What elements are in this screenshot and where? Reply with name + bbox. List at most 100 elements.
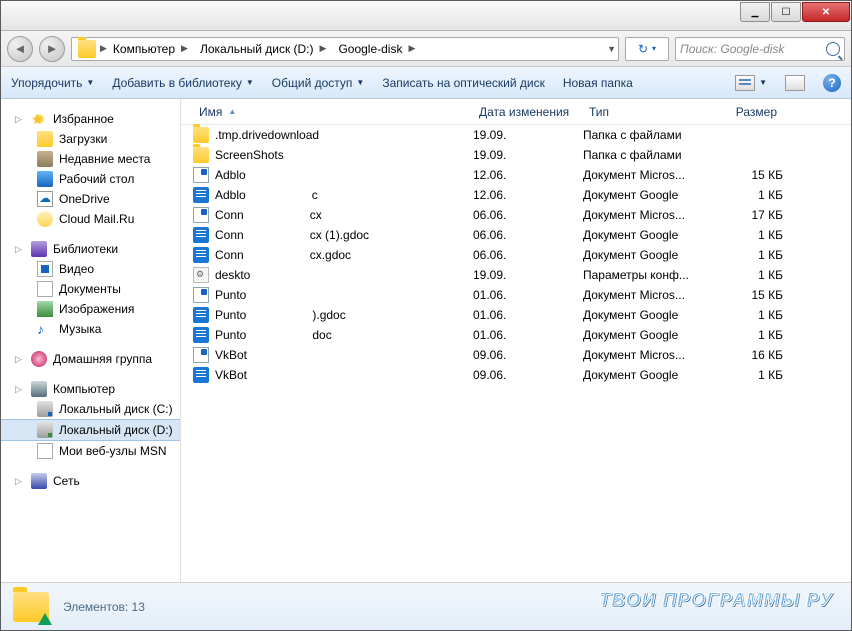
column-headers: Имя▲ Дата изменения Тип Размер bbox=[181, 99, 851, 125]
file-date: 01.06. bbox=[473, 328, 583, 342]
downloads-icon bbox=[37, 131, 53, 147]
breadcrumb-segment[interactable]: Локальный диск (D:)▶ bbox=[194, 42, 332, 56]
column-header-name[interactable]: Имя▲ bbox=[193, 105, 473, 119]
file-row[interactable]: Conncx (1).gdoc06.06.Документ Google1 КБ bbox=[181, 225, 851, 245]
file-type-icon bbox=[193, 347, 209, 363]
file-name: Punto bbox=[215, 308, 246, 322]
chevron-down-icon[interactable]: ▼ bbox=[607, 44, 616, 54]
maximize-button[interactable] bbox=[771, 2, 801, 22]
sidebar-item-pictures[interactable]: Изображения bbox=[1, 299, 180, 319]
main-area: ▷Избранное Загрузки Недавние места Рабоч… bbox=[1, 99, 851, 582]
file-size: 1 КБ bbox=[713, 368, 783, 382]
sidebar-computer[interactable]: ▷Компьютер bbox=[1, 379, 180, 399]
sidebar-favorites[interactable]: ▷Избранное bbox=[1, 109, 180, 129]
file-name: Punto bbox=[215, 328, 246, 342]
sidebar-item-video[interactable]: Видео bbox=[1, 259, 180, 279]
file-row[interactable]: VkBot09.06.Документ Google1 КБ bbox=[181, 365, 851, 385]
chevron-right-icon[interactable]: ▶ bbox=[100, 43, 107, 54]
sidebar-libraries[interactable]: ▷Библиотеки bbox=[1, 239, 180, 259]
file-size: 1 КБ bbox=[713, 268, 783, 282]
sidebar-item-downloads[interactable]: Загрузки bbox=[1, 129, 180, 149]
file-type: Документ Google bbox=[583, 308, 713, 322]
sidebar-item-recent[interactable]: Недавние места bbox=[1, 149, 180, 169]
help-button[interactable]: ? bbox=[823, 74, 841, 92]
sidebar-item-onedrive[interactable]: OneDrive bbox=[1, 189, 180, 209]
file-type-icon bbox=[193, 327, 209, 343]
views-icon bbox=[735, 75, 755, 91]
file-type-icon bbox=[193, 127, 209, 143]
file-type: Документ Google bbox=[583, 368, 713, 382]
file-date: 06.06. bbox=[473, 228, 583, 242]
explorer-window: ◄ ► ▶ Компьютер▶ Локальный диск (D:)▶ Go… bbox=[0, 0, 852, 631]
view-options-button[interactable]: ▼ bbox=[735, 75, 767, 91]
file-date: 09.06. bbox=[473, 348, 583, 362]
file-name: VkBot bbox=[215, 368, 247, 382]
sidebar-item-msn[interactable]: Мои веб-узлы MSN bbox=[1, 441, 180, 461]
file-size: 16 КБ bbox=[713, 348, 783, 362]
file-row[interactable]: Adblo12.06.Документ Micros...15 КБ bbox=[181, 165, 851, 185]
column-header-type[interactable]: Тип bbox=[583, 105, 713, 119]
sidebar-item-drive-d[interactable]: Локальный диск (D:) bbox=[1, 419, 180, 441]
sidebar-item-cloudmail[interactable]: Cloud Mail.Ru bbox=[1, 209, 180, 229]
burn-button[interactable]: Записать на оптический диск bbox=[382, 76, 545, 90]
sidebar-item-drive-c[interactable]: Локальный диск (C:) bbox=[1, 399, 180, 419]
preview-pane-button[interactable] bbox=[785, 75, 805, 91]
breadcrumb-segment[interactable]: Google-disk▶ bbox=[332, 42, 421, 56]
file-row[interactable]: Adbloc12.06.Документ Google1 КБ bbox=[181, 185, 851, 205]
sidebar-item-music[interactable]: Музыка bbox=[1, 319, 180, 339]
sidebar-item-desktop[interactable]: Рабочий стол bbox=[1, 169, 180, 189]
pictures-icon bbox=[37, 301, 53, 317]
file-name: Adblo bbox=[215, 168, 246, 182]
file-row[interactable]: Punto).gdoc01.06.Документ Google1 КБ bbox=[181, 305, 851, 325]
breadcrumb[interactable]: ▶ Компьютер▶ Локальный диск (D:)▶ Google… bbox=[71, 37, 619, 61]
organize-menu[interactable]: Упорядочить▼ bbox=[11, 76, 94, 90]
file-type-icon bbox=[193, 147, 209, 163]
file-row[interactable]: ScreenShots19.09.Папка с файлами bbox=[181, 145, 851, 165]
toolbar: Упорядочить▼ Добавить в библиотеку▼ Общи… bbox=[1, 67, 851, 99]
file-name: deskto bbox=[215, 268, 250, 282]
gdrive-badge-icon bbox=[38, 613, 52, 625]
file-type-icon bbox=[193, 187, 209, 203]
column-header-date[interactable]: Дата изменения bbox=[473, 105, 583, 119]
onedrive-icon bbox=[37, 191, 53, 207]
minimize-button[interactable] bbox=[740, 2, 770, 22]
file-size: 1 КБ bbox=[713, 228, 783, 242]
sidebar-item-documents[interactable]: Документы bbox=[1, 279, 180, 299]
search-placeholder: Поиск: Google-disk bbox=[680, 42, 784, 56]
video-icon bbox=[37, 261, 53, 277]
file-row[interactable]: .tmp.drivedownload19.09.Папка с файлами bbox=[181, 125, 851, 145]
refresh-button[interactable]: ↻ ▾ bbox=[625, 37, 669, 61]
file-type-icon bbox=[193, 267, 209, 283]
file-row[interactable]: VkBot09.06.Документ Micros...16 КБ bbox=[181, 345, 851, 365]
search-input[interactable]: Поиск: Google-disk bbox=[675, 37, 845, 61]
forward-button[interactable]: ► bbox=[39, 36, 65, 62]
file-name: Conn bbox=[215, 248, 244, 262]
page-icon bbox=[37, 443, 53, 459]
file-row[interactable]: Conncx06.06.Документ Micros...17 КБ bbox=[181, 205, 851, 225]
file-name-suffix: cx.gdoc bbox=[310, 248, 351, 262]
new-folder-button[interactable]: Новая папка bbox=[563, 76, 633, 90]
libraries-icon bbox=[31, 241, 47, 257]
file-name: .tmp.drivedownload bbox=[215, 128, 319, 142]
close-button[interactable] bbox=[802, 2, 850, 22]
column-header-size[interactable]: Размер bbox=[713, 105, 783, 119]
file-name-suffix: doc bbox=[312, 328, 331, 342]
file-date: 01.06. bbox=[473, 288, 583, 302]
file-name: Adblo bbox=[215, 188, 246, 202]
file-row[interactable]: Conncx.gdoc06.06.Документ Google1 КБ bbox=[181, 245, 851, 265]
back-button[interactable]: ◄ bbox=[7, 36, 33, 62]
file-type: Документ Micros... bbox=[583, 288, 713, 302]
file-row[interactable]: deskto19.09.Параметры конф...1 КБ bbox=[181, 265, 851, 285]
sidebar-homegroup[interactable]: ▷Домашняя группа bbox=[1, 349, 180, 369]
file-row[interactable]: Punto01.06.Документ Micros...15 КБ bbox=[181, 285, 851, 305]
file-type: Документ Micros... bbox=[583, 348, 713, 362]
titlebar bbox=[1, 1, 851, 31]
file-size: 15 КБ bbox=[713, 168, 783, 182]
sidebar-network[interactable]: ▷Сеть bbox=[1, 471, 180, 491]
share-menu[interactable]: Общий доступ▼ bbox=[272, 76, 365, 90]
breadcrumb-segment[interactable]: Компьютер▶ bbox=[107, 42, 194, 56]
file-size: 15 КБ bbox=[713, 288, 783, 302]
file-row[interactable]: Puntodoc01.06.Документ Google1 КБ bbox=[181, 325, 851, 345]
file-type: Документ Google bbox=[583, 328, 713, 342]
add-to-library-menu[interactable]: Добавить в библиотеку▼ bbox=[112, 76, 253, 90]
